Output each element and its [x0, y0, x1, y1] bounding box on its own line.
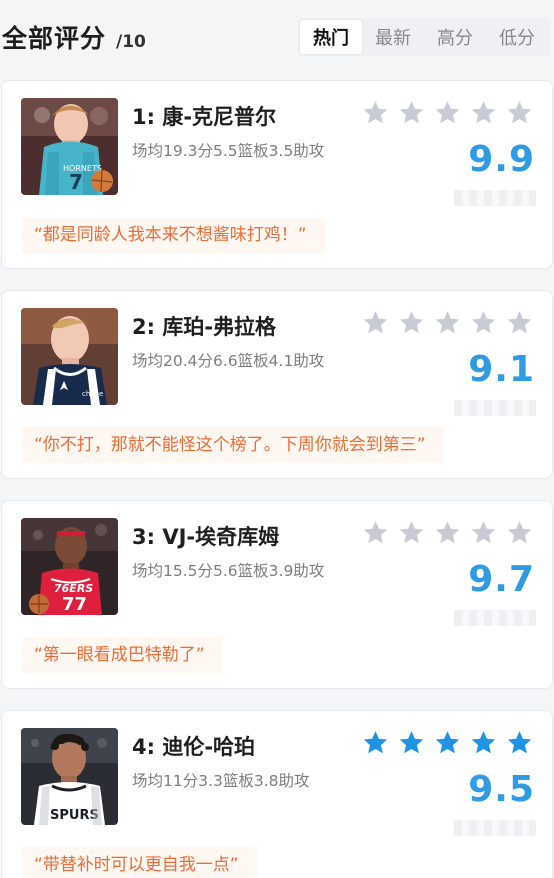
- player-avatar: chime: [21, 308, 118, 405]
- player-comment-quote: “你不打，那就不能怪这个榜了。下周你就会到第三”: [22, 427, 444, 463]
- player-stats: 场均20.4分6.6篮板4.1助攻: [132, 352, 325, 370]
- player-photo-76ers-icon: 76ERS 77: [21, 518, 118, 615]
- svg-text:SPURS: SPURS: [50, 808, 99, 823]
- player-rating-card[interactable]: HORNETS 7 1: 康-克尼普尔 场均19.3分5.5篮板3.5助攻 9.…: [1, 80, 553, 269]
- svg-text:77: 77: [62, 594, 87, 615]
- star-icon[interactable]: [469, 309, 498, 338]
- player-comment-quote: “带替补时可以更自我一点”: [22, 847, 257, 878]
- player-rank-name: 3: VJ-埃奇库姆: [132, 525, 280, 549]
- header-title-group: 全部评分 /10: [2, 19, 146, 55]
- sort-tabs: 热门 最新 高分 低分: [298, 18, 550, 56]
- blurred-rating-count: [454, 400, 536, 416]
- star-icon[interactable]: [361, 729, 390, 758]
- player-comment-quote: “第一眼看成巴特勒了”: [22, 637, 223, 673]
- blurred-rating-count: [454, 820, 536, 836]
- tab-hot[interactable]: 热门: [300, 20, 362, 54]
- star-icon[interactable]: [361, 99, 390, 128]
- rating-stars[interactable]: [361, 519, 534, 548]
- star-icon[interactable]: [433, 729, 462, 758]
- tab-high-score[interactable]: 高分: [424, 20, 486, 54]
- star-icon[interactable]: [433, 99, 462, 128]
- rating-stars[interactable]: [361, 729, 534, 758]
- player-avatar: HORNETS 7: [21, 98, 118, 195]
- player-rating-card[interactable]: chime 2: 库珀-弗拉格 场均20.4分6.6篮板4.1助攻 9.1 “你…: [1, 290, 553, 479]
- svg-text:chime: chime: [82, 390, 103, 398]
- star-icon[interactable]: [505, 99, 534, 128]
- star-icon[interactable]: [361, 519, 390, 548]
- star-icon[interactable]: [397, 99, 426, 128]
- player-score: 9.7: [468, 559, 535, 600]
- player-photo-spurs-icon: SPURS: [21, 728, 118, 825]
- blurred-rating-count: [454, 610, 536, 626]
- star-icon[interactable]: [397, 309, 426, 338]
- rating-stars[interactable]: [361, 99, 534, 128]
- player-stats: 场均19.3分5.5篮板3.5助攻: [132, 142, 325, 160]
- player-avatar: 76ERS 77: [21, 518, 118, 615]
- blurred-rating-count: [454, 190, 536, 206]
- player-rating-card[interactable]: SPURS 4: 迪伦-哈珀 场均11分3.3篮板3.8助攻 9.5 “带替补时…: [1, 710, 553, 878]
- ratings-header: 全部评分 /10 热门 最新 高分 低分: [0, 0, 554, 74]
- player-score: 9.1: [468, 349, 535, 390]
- ratings-page: 全部评分 /10 热门 最新 高分 低分 HORNETS 7 1: 康-克尼普尔…: [0, 0, 554, 878]
- star-icon[interactable]: [469, 729, 498, 758]
- rating-scale: /10: [116, 32, 146, 52]
- star-icon[interactable]: [469, 99, 498, 128]
- player-avatar: SPURS: [21, 728, 118, 825]
- player-rank-name: 4: 迪伦-哈珀: [132, 735, 256, 759]
- star-icon[interactable]: [361, 309, 390, 338]
- rating-list: HORNETS 7 1: 康-克尼普尔 场均19.3分5.5篮板3.5助攻 9.…: [0, 80, 554, 878]
- player-score: 9.5: [468, 769, 535, 810]
- star-icon[interactable]: [397, 519, 426, 548]
- star-icon[interactable]: [505, 519, 534, 548]
- star-icon[interactable]: [505, 729, 534, 758]
- page-title: 全部评分: [2, 24, 107, 53]
- rating-stars[interactable]: [361, 309, 534, 338]
- star-icon[interactable]: [433, 309, 462, 338]
- star-icon[interactable]: [397, 729, 426, 758]
- star-icon[interactable]: [469, 519, 498, 548]
- player-stats: 场均11分3.3篮板3.8助攻: [132, 772, 310, 790]
- svg-text:7: 7: [69, 170, 83, 194]
- player-score: 9.9: [468, 139, 535, 180]
- tab-low-score[interactable]: 低分: [486, 20, 548, 54]
- player-rank-name: 1: 康-克尼普尔: [132, 105, 277, 129]
- star-icon[interactable]: [433, 519, 462, 548]
- star-icon[interactable]: [505, 309, 534, 338]
- player-photo-mavericks-icon: chime: [21, 308, 118, 405]
- player-comment-quote: “都是同龄人我本来不想酱味打鸡！”: [22, 217, 325, 253]
- player-stats: 场均15.5分5.6篮板3.9助攻: [132, 562, 325, 580]
- player-rank-name: 2: 库珀-弗拉格: [132, 315, 277, 339]
- player-rating-card[interactable]: 76ERS 77 3: VJ-埃奇库姆 场均15.5分5.6篮板3.9助攻 9.…: [1, 500, 553, 689]
- player-photo-hornets-icon: HORNETS 7: [21, 98, 118, 195]
- tab-latest[interactable]: 最新: [362, 20, 424, 54]
